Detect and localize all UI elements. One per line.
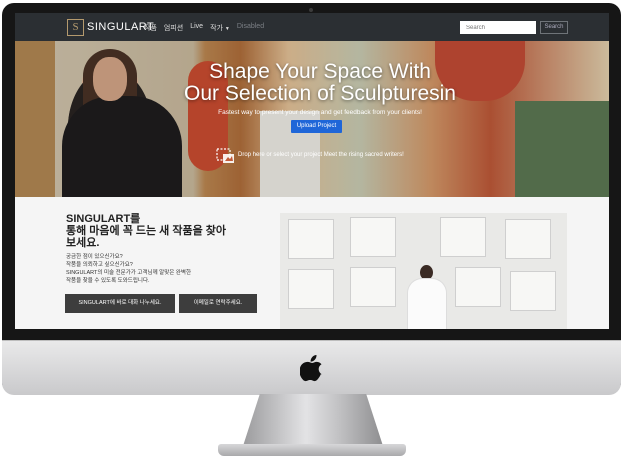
intro-description-line: SINGULART의 미술 전문가가 고객님께 알맞은 완벽한 bbox=[66, 270, 192, 276]
image-upload-icon[interactable] bbox=[216, 148, 236, 164]
nav-item-live[interactable]: Live bbox=[190, 23, 203, 33]
sketch-frame bbox=[505, 219, 551, 259]
gallery-photo bbox=[280, 213, 567, 329]
hero-subtitle: Fastest way to present your design and g… bbox=[218, 109, 422, 116]
hero-artist-face bbox=[93, 57, 127, 101]
sketch-frame bbox=[288, 219, 334, 259]
nav-menu: 작품 엄피션 Live 작가 ▼ Disabled bbox=[144, 23, 264, 33]
search-button[interactable]: Search bbox=[540, 21, 568, 34]
nav-item-artists[interactable]: 작가 ▼ bbox=[210, 23, 230, 33]
gallery-person-body bbox=[408, 279, 446, 329]
nav-item-exhibition[interactable]: 엄피션 bbox=[164, 23, 183, 33]
intro-section: SINGULART를 통해 마음에 꼭 드는 새 작품을 찾아 보세요. 궁금한… bbox=[15, 197, 609, 329]
hero-title-line: Shape Your Space With bbox=[209, 60, 431, 83]
drop-zone-text[interactable]: Drop here or select your project Meet th… bbox=[238, 152, 404, 158]
intro-heading-line: 통해 마음에 꼭 드는 새 작품을 찾아 bbox=[66, 225, 227, 237]
website-screen: S SINGULART 작품 엄피션 Live 작가 ▼ Disabled Se… bbox=[15, 13, 609, 329]
hero-banner: Shape Your Space With Our Selection of S… bbox=[15, 41, 609, 197]
upload-project-button[interactable]: Upload Project bbox=[291, 120, 342, 133]
hero-title-line: Our Selection of Sculpturesin bbox=[184, 82, 456, 105]
sketch-frame bbox=[440, 217, 486, 257]
sketch-frame bbox=[455, 267, 501, 307]
nav-item-disabled: Disabled bbox=[236, 23, 265, 30]
hero-title: Shape Your Space With Our Selection of S… bbox=[155, 61, 485, 105]
camera-icon bbox=[309, 8, 313, 12]
sketch-frame bbox=[510, 271, 556, 311]
intro-description-line: 궁금한 점이 있으신가요? bbox=[66, 254, 123, 260]
nav-item-artists-label: 작가 bbox=[210, 25, 223, 32]
gallery-person-head bbox=[420, 265, 433, 280]
hero-artist-hair bbox=[83, 49, 137, 149]
sketch-frame bbox=[288, 269, 334, 309]
intro-heading-line: SINGULART를 bbox=[66, 213, 141, 225]
top-navbar: S SINGULART 작품 엄피션 Live 작가 ▼ Disabled Se… bbox=[15, 13, 609, 41]
hero-painting-shape bbox=[515, 101, 609, 197]
nav-item-artworks[interactable]: 작품 bbox=[144, 23, 157, 33]
intro-heading: SINGULART를 통해 마음에 꼭 드는 새 작품을 찾아 보세요. bbox=[66, 213, 281, 249]
intro-heading-line: 보세요. bbox=[66, 237, 100, 249]
intro-description-line: 작품을 의뢰하고 싶으신가요? bbox=[66, 262, 133, 268]
sketch-frame bbox=[350, 217, 396, 257]
logo-icon[interactable]: S bbox=[67, 19, 84, 36]
chevron-down-icon: ▼ bbox=[224, 26, 230, 32]
search-input[interactable] bbox=[460, 21, 536, 34]
intro-description-line: 작품을 찾을 수 있도록 도와드립니다. bbox=[66, 278, 150, 284]
intro-description: 궁금한 점이 있으신가요? 작품을 의뢰하고 싶으신가요? SINGULART의… bbox=[66, 253, 246, 285]
sketch-frame bbox=[350, 267, 396, 307]
chat-now-button[interactable]: SINGULART에 바로 대화 나누세요. bbox=[65, 294, 175, 313]
apple-logo-icon bbox=[300, 355, 322, 382]
monitor-base bbox=[218, 444, 406, 456]
hero-painting-shape bbox=[15, 41, 55, 197]
monitor-stand bbox=[243, 394, 383, 446]
hero-artist-figure bbox=[62, 96, 182, 197]
email-contact-button[interactable]: 이메일로 연락주세요. bbox=[179, 294, 257, 313]
